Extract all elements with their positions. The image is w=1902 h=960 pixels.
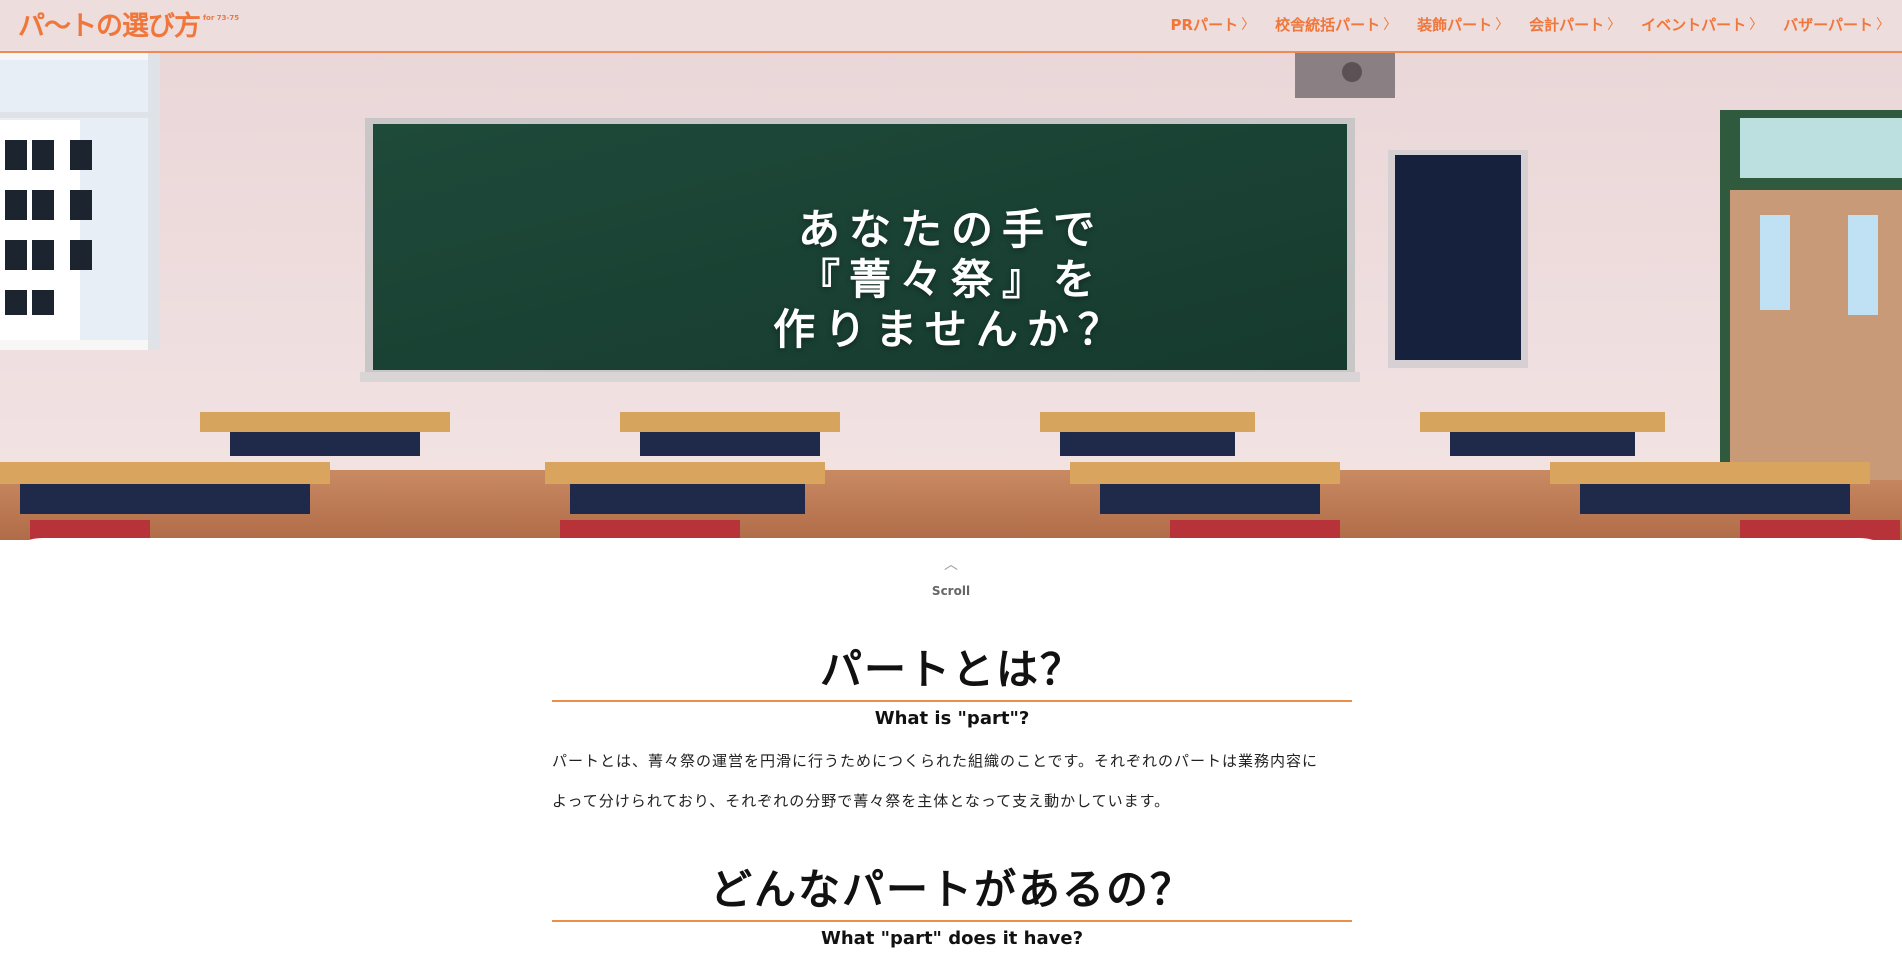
hero-title-line-3: 作りませんか？	[773, 305, 1129, 354]
nav-label: バザーパート	[1783, 15, 1873, 34]
hero-title-line-1: あなたの手で	[797, 205, 1104, 254]
chevron-right-icon: 〉	[1241, 17, 1256, 33]
nav-item-accounting[interactable]: 会計パート 〉	[1529, 14, 1621, 35]
nav-item-decoration[interactable]: 装飾パート 〉	[1417, 14, 1509, 35]
nav-label: PRパート	[1170, 15, 1239, 34]
nav-label: イベントパート	[1641, 15, 1747, 34]
nav-label: 会計パート	[1529, 15, 1605, 34]
section-title: パートとは？	[819, 645, 1084, 694]
chevron-right-icon: 〉	[1495, 17, 1510, 33]
chevron-right-icon: 〉	[1749, 17, 1764, 33]
section-divider	[552, 920, 1352, 922]
hero-title-line-2: 『菁々祭』を	[797, 255, 1104, 304]
nav-label: 校舎統括パート	[1275, 15, 1381, 34]
hero-section: あなたの手で 『菁々祭』を 作りませんか？	[0, 0, 1902, 540]
logo-text: パ〜トの選び方	[18, 11, 201, 42]
chevron-up-icon: ︿	[944, 557, 958, 573]
site-logo[interactable]: パ〜トの選び方 for 73-75	[18, 8, 239, 44]
scroll-indicator[interactable]: ︿ Scroll	[0, 558, 1902, 598]
section-body: パートとは、菁々祭の運営を円滑に行うためにつくられた組織のことです。それぞれのパ…	[552, 741, 1352, 821]
nav-item-event[interactable]: イベントパート 〉	[1641, 14, 1763, 35]
section-subtitle: What is "part"?	[874, 708, 1030, 729]
scroll-label: Scroll	[931, 584, 971, 598]
chevron-right-icon: 〉	[1607, 17, 1622, 33]
nav-label: 装飾パート	[1417, 15, 1493, 34]
chevron-right-icon: 〉	[1383, 17, 1398, 33]
main-nav: PRパート 〉 校舎統括パート 〉 装飾パート 〉 会計パート 〉 イベントパー…	[1151, 0, 1890, 48]
section-subtitle: What "part" does it have?	[820, 928, 1084, 949]
nav-item-pr[interactable]: PRパート 〉	[1171, 14, 1256, 35]
content-panel: ︿ Scroll パートとは？ What is "part"? パートとは、菁々…	[0, 538, 1902, 960]
section-what-is-part: パートとは？ What is "part"? パートとは、菁々祭の運営を円滑に行…	[552, 644, 1352, 821]
section-what-parts: どんなパートがあるの？ What "part" does it have?	[552, 864, 1352, 949]
logo-subtext: for 73-75	[203, 14, 240, 22]
section-body-line-1: パートとは、菁々祭の運営を円滑に行うためにつくられた組織のことです。それぞれのパ…	[552, 752, 1319, 770]
nav-item-school-control[interactable]: 校舎統括パート 〉	[1275, 14, 1397, 35]
section-divider	[552, 700, 1352, 702]
section-title: どんなパートがあるの？	[709, 865, 1194, 914]
chevron-right-icon: 〉	[1876, 17, 1890, 33]
site-header: パ〜トの選び方 for 73-75 PRパート 〉 校舎統括パート 〉 装飾パー…	[0, 0, 1902, 53]
nav-item-bazaar[interactable]: バザーパート 〉	[1783, 14, 1890, 35]
hero-title: あなたの手で 『菁々祭』を 作りませんか？	[0, 205, 1902, 355]
section-body-line-2: よって分けられており、それぞれの分野で菁々祭を主体となって支え動かしています。	[552, 792, 1171, 810]
